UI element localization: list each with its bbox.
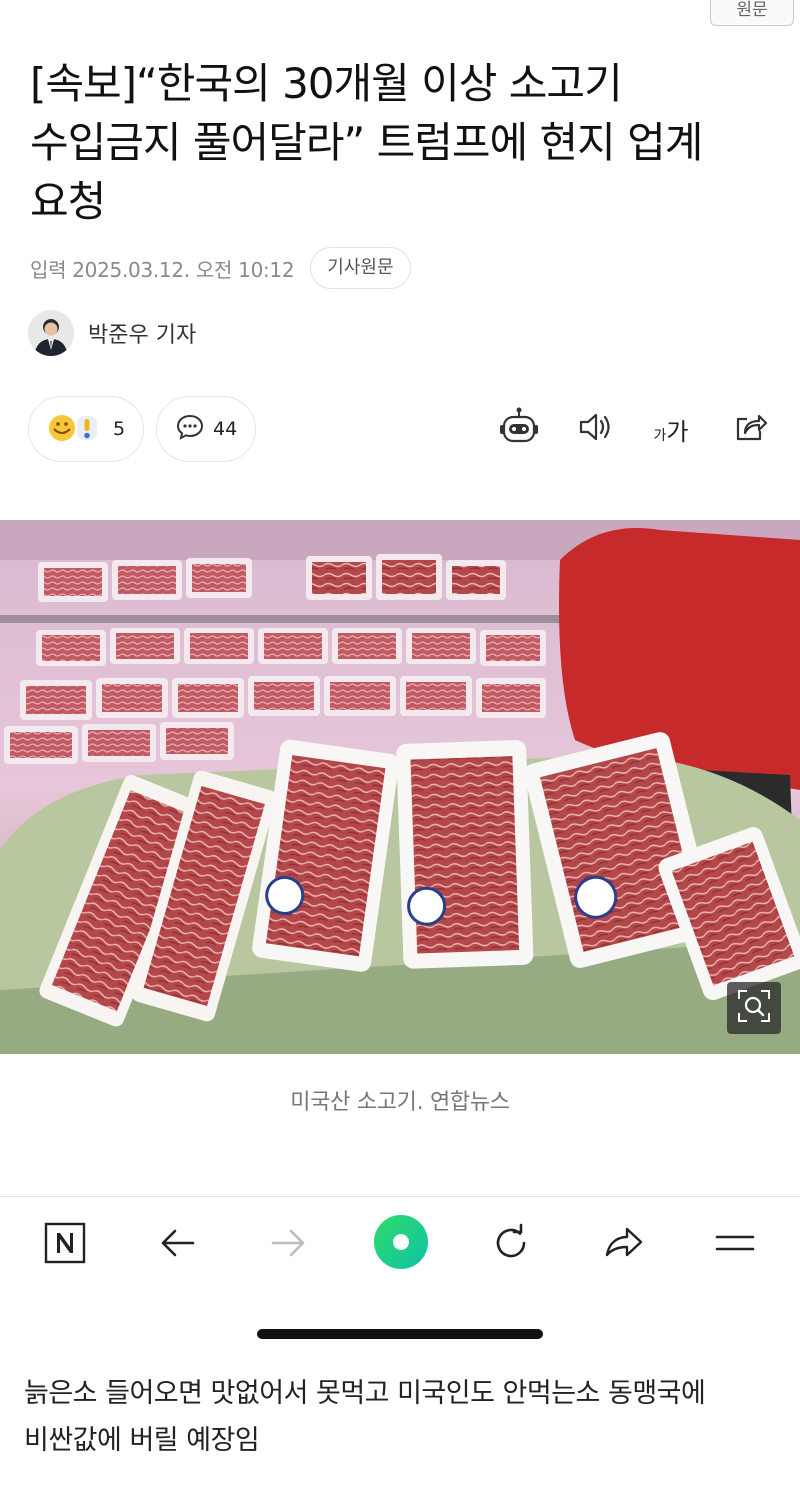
- forward-button[interactable]: [263, 1219, 315, 1271]
- user-comment-text: 늙은소 들어오면 맛없어서 못먹고 미국인도 안먹는소 동맹국에 비싼값에 버릴…: [24, 1378, 706, 1456]
- publish-date: 입력 2025.03.12. 오전 10:12: [30, 257, 295, 282]
- reporter-byline[interactable]: 박준우 기자: [28, 310, 196, 356]
- font-size-label-large: 가: [666, 417, 689, 446]
- article-photo[interactable]: [0, 520, 800, 1054]
- font-size-label: 가가: [654, 412, 689, 447]
- back-button[interactable]: [151, 1219, 203, 1271]
- article-meta: 입력 2025.03.12. 오전 10:12 기사원문: [30, 246, 411, 290]
- green-dot-button[interactable]: [372, 1215, 430, 1273]
- source-article-button[interactable]: 기사원문: [310, 247, 411, 289]
- green-dot-icon: [372, 1213, 430, 1275]
- summary-button[interactable]: [494, 404, 544, 454]
- reaction-button[interactable]: 5: [28, 396, 144, 462]
- font-size-label-small: 가: [653, 427, 667, 444]
- menu-button[interactable]: [709, 1219, 761, 1271]
- reporter-avatar: [28, 310, 74, 356]
- share-button[interactable]: [725, 404, 775, 454]
- naver-home-icon: [43, 1221, 87, 1269]
- tts-button[interactable]: [570, 404, 620, 454]
- share-arrow-icon: [601, 1221, 645, 1269]
- font-size-button[interactable]: 가가: [646, 404, 696, 454]
- comment-count: 44: [213, 418, 238, 440]
- reaction-emoji-icon: [47, 410, 105, 448]
- back-arrow-icon: [157, 1223, 197, 1267]
- zoom-icon: [735, 987, 773, 1029]
- home-indicator[interactable]: [257, 1329, 543, 1339]
- refresh-icon: [490, 1222, 532, 1268]
- browser-bottom-bar: [0, 1196, 800, 1294]
- reaction-count: 5: [113, 418, 126, 440]
- menu-icon: [713, 1221, 757, 1269]
- speaker-icon: [575, 407, 615, 451]
- robot-icon: [497, 405, 541, 453]
- naver-home-button[interactable]: [39, 1219, 91, 1271]
- reporter-name: 박준우 기자: [88, 323, 197, 348]
- comment-bubble-icon: [175, 412, 205, 446]
- share-icon: [730, 407, 770, 451]
- article-action-bar: 5 44 가가: [28, 396, 772, 462]
- share-page-button[interactable]: [597, 1219, 649, 1271]
- article-headline: [속보]“한국의 30개월 이상 소고기 수입금지 풀어달라” 트럼프에 현지 …: [30, 59, 703, 226]
- original-article-chip[interactable]: 원문: [710, 0, 794, 26]
- forward-arrow-icon: [269, 1223, 309, 1267]
- photo-caption: 미국산 소고기. 연합뉴스: [290, 1090, 510, 1115]
- refresh-button[interactable]: [485, 1219, 537, 1271]
- comment-button[interactable]: 44: [156, 396, 256, 462]
- photo-zoom-button[interactable]: [727, 982, 781, 1034]
